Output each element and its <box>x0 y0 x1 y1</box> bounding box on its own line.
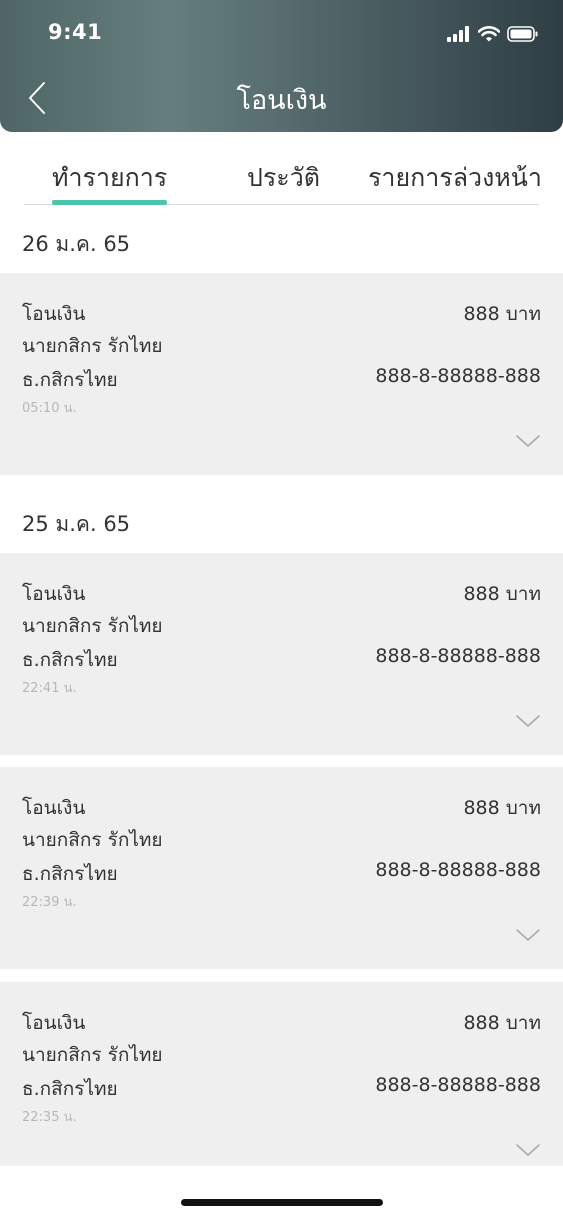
recipient-name: นายกสิกร รักไทย <box>22 1044 163 1066</box>
transaction-amount: 888 บาท <box>463 1012 541 1034</box>
status-bar-icons <box>447 24 539 44</box>
transaction-time: 05:10 น. <box>22 401 77 416</box>
transaction-time: 22:35 น. <box>22 1110 77 1125</box>
cellular-signal-icon <box>447 26 469 42</box>
transaction-amount: 888 บาท <box>463 583 541 605</box>
battery-icon <box>507 26 538 42</box>
recipient-bank: ธ.กสิกรไทย <box>22 1078 118 1100</box>
chevron-down-icon[interactable] <box>515 713 541 729</box>
tab-scheduled[interactable]: รายการล่วงหน้า <box>368 158 542 198</box>
chevron-down-icon[interactable] <box>515 433 541 449</box>
active-tab-indicator <box>52 200 167 205</box>
transaction-amount: 888 บาท <box>463 797 541 819</box>
account-number: 888-8-88888-888 <box>375 365 541 387</box>
transaction-card[interactable]: โอนเงิน นายกสิกร รักไทย ธ.กสิกรไทย 22:41… <box>0 553 563 755</box>
tab-history[interactable]: ประวัติ <box>247 158 320 198</box>
recipient-name: นายกสิกร รักไทย <box>22 829 163 851</box>
transaction-type: โอนเงิน <box>22 583 86 605</box>
tab-bar: ทำรายการ ประวัติ รายการล่วงหน้า <box>24 150 542 205</box>
chevron-down-icon[interactable] <box>515 927 541 943</box>
account-number: 888-8-88888-888 <box>375 1074 541 1096</box>
transaction-card[interactable]: โอนเงิน นายกสิกร รักไทย ธ.กสิกรไทย 22:39… <box>0 767 563 969</box>
transaction-time: 22:39 น. <box>22 895 77 910</box>
transaction-amount: 888 บาท <box>463 303 541 325</box>
transaction-type: โอนเงิน <box>22 1012 86 1034</box>
home-indicator[interactable] <box>181 1199 383 1206</box>
recipient-bank: ธ.กสิกรไทย <box>22 369 118 391</box>
transaction-card[interactable]: โอนเงิน นายกสิกร รักไทย ธ.กสิกรไทย 05:10… <box>0 273 563 475</box>
transaction-card[interactable]: โอนเงิน นายกสิกร รักไทย ธ.กสิกรไทย 22:35… <box>0 982 563 1166</box>
wifi-icon <box>478 26 500 42</box>
date-header: 25 ม.ค. 65 <box>22 512 131 536</box>
recipient-bank: ธ.กสิกรไทย <box>22 863 118 885</box>
transaction-type: โอนเงิน <box>22 303 86 325</box>
app-header: 9:41 โอนเงิน <box>0 0 563 132</box>
transaction-time: 22:41 น. <box>22 681 77 696</box>
date-header: 26 ม.ค. 65 <box>22 232 131 256</box>
transaction-type: โอนเงิน <box>22 797 86 819</box>
status-bar-time: 9:41 <box>48 20 103 44</box>
recipient-name: นายกสิกร รักไทย <box>22 335 163 357</box>
recipient-name: นายกสิกร รักไทย <box>22 615 163 637</box>
account-number: 888-8-88888-888 <box>375 645 541 667</box>
recipient-bank: ธ.กสิกรไทย <box>22 649 118 671</box>
tab-make-transaction[interactable]: ทำรายการ <box>52 158 167 198</box>
account-number: 888-8-88888-888 <box>375 859 541 881</box>
page-title: โอนเงิน <box>236 85 327 116</box>
chevron-down-icon[interactable] <box>515 1142 541 1158</box>
